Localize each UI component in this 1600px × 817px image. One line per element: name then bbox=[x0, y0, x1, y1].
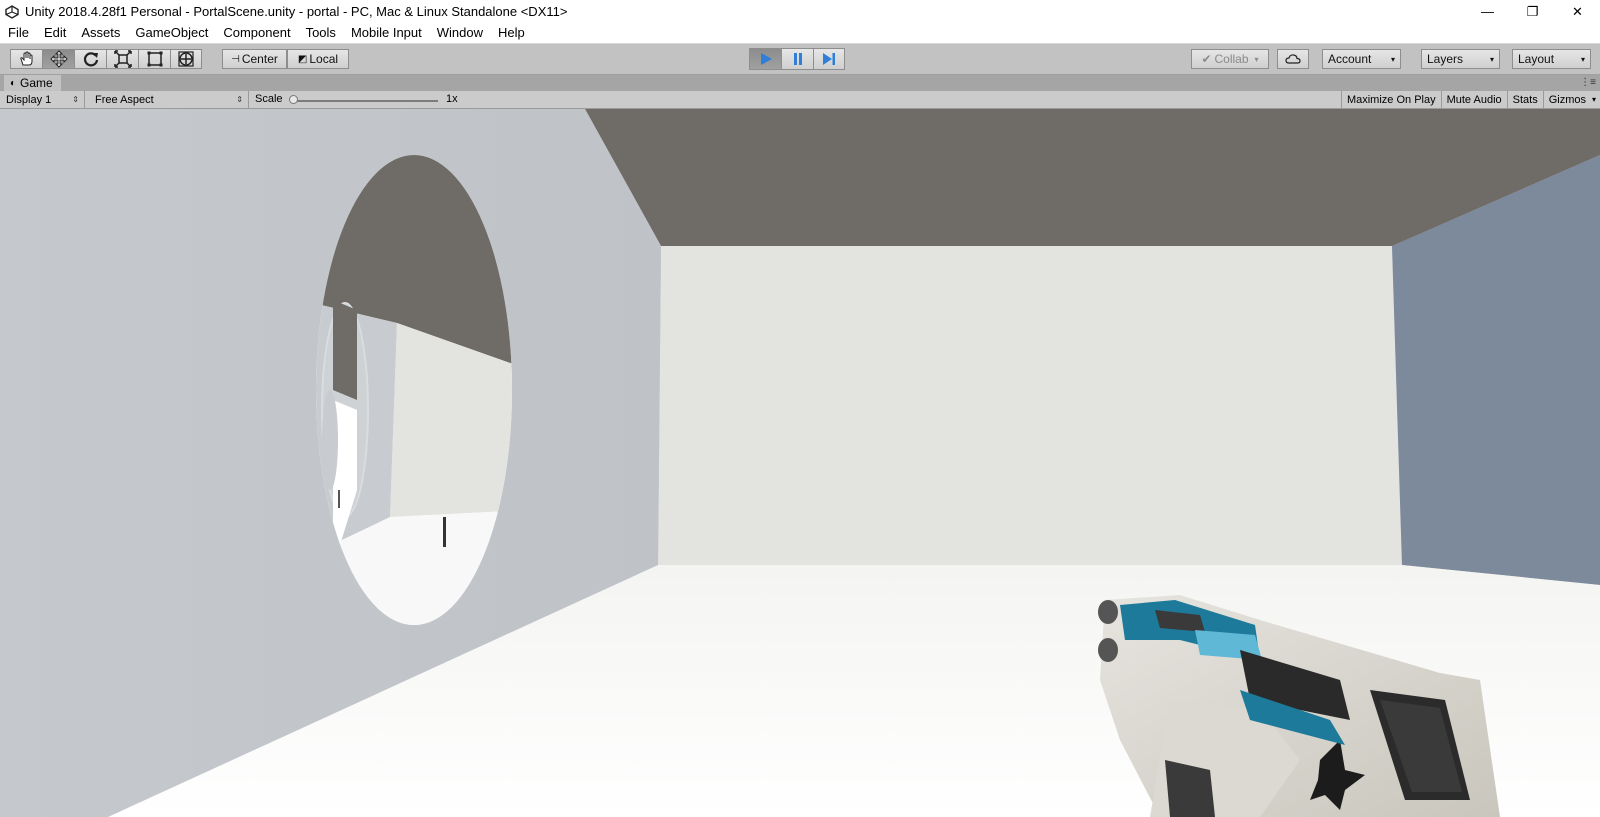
rotate-tool-button[interactable] bbox=[74, 49, 106, 69]
space-label: Local bbox=[309, 52, 339, 66]
scale-tool-icon bbox=[113, 50, 132, 68]
chevron-down-icon: ▾ bbox=[1390, 54, 1395, 64]
scale-label: Scale bbox=[255, 93, 283, 105]
tab-game-label: Game bbox=[20, 76, 53, 90]
menu-bar: File Edit Assets GameObject Component To… bbox=[0, 23, 1600, 44]
scale-value: 1x bbox=[446, 93, 458, 105]
menu-assets[interactable]: Assets bbox=[73, 23, 127, 43]
chevron-down-icon: ▾ bbox=[1580, 54, 1585, 64]
move-tool-icon bbox=[49, 50, 68, 68]
hand-tool-button[interactable] bbox=[10, 49, 42, 69]
game-viewport[interactable] bbox=[0, 109, 1600, 817]
pause-button[interactable] bbox=[781, 48, 813, 70]
display-dropdown[interactable]: Display 1 ⇕ bbox=[0, 91, 85, 108]
pivot-icon: ⊣ bbox=[231, 53, 240, 65]
layout-label: Layout bbox=[1518, 52, 1555, 66]
close-button[interactable]: ✕ bbox=[1555, 0, 1600, 23]
checkmark-icon: ✔ bbox=[1201, 52, 1212, 66]
mute-audio-toggle[interactable]: Mute Audio bbox=[1440, 91, 1507, 108]
rect-tool-icon bbox=[147, 51, 162, 67]
window-title: Unity 2018.4.28f1 Personal - PortalScene… bbox=[25, 4, 568, 19]
maximize-on-play-toggle[interactable]: Maximize On Play bbox=[1340, 91, 1441, 108]
pivot-label: Center bbox=[241, 52, 278, 66]
chevron-down-icon: ▾ bbox=[1254, 54, 1259, 64]
menu-component[interactable]: Component bbox=[215, 23, 297, 43]
minimize-button[interactable]: — bbox=[1465, 0, 1510, 23]
scale-slider-handle[interactable] bbox=[289, 95, 298, 104]
updown-arrow-icon: ⇕ bbox=[72, 95, 79, 104]
main-toolbar: ⊣ Center ◩ Local ✔ Collab ▾ Account ▾ La… bbox=[0, 44, 1600, 75]
scale-slider-track[interactable] bbox=[293, 100, 438, 102]
cloud-icon bbox=[1285, 54, 1301, 64]
pivot-mode-button[interactable]: ⊣ Center bbox=[222, 49, 287, 69]
display-label: Display 1 bbox=[6, 93, 52, 106]
layers-label: Layers bbox=[1427, 52, 1464, 66]
menu-help[interactable]: Help bbox=[490, 23, 532, 43]
hand-tool-icon bbox=[19, 51, 32, 66]
gizmos-dropdown[interactable]: Gizmos ▾ bbox=[1542, 91, 1600, 108]
transform-tools bbox=[10, 49, 202, 69]
step-icon bbox=[823, 53, 835, 65]
move-tool-button[interactable] bbox=[42, 49, 74, 69]
aspect-label: Free Aspect bbox=[95, 93, 154, 106]
step-button[interactable] bbox=[813, 48, 845, 70]
pivot-space-button[interactable]: ◩ Local bbox=[287, 49, 349, 69]
play-button[interactable] bbox=[749, 48, 781, 70]
collab-label: Collab bbox=[1214, 52, 1249, 66]
stats-toggle[interactable]: Stats bbox=[1506, 91, 1543, 108]
chevron-down-icon: ▾ bbox=[1591, 95, 1596, 104]
play-icon bbox=[760, 53, 772, 65]
game-view-toolbar: Display 1 ⇕ Free Aspect ⇕ Scale 1x Maxim… bbox=[0, 91, 1600, 109]
account-label: Account bbox=[1328, 52, 1372, 66]
layout-dropdown[interactable]: Layout ▾ bbox=[1512, 49, 1591, 69]
game-controller-icon: ◐ bbox=[10, 77, 17, 89]
unity-logo-icon bbox=[4, 4, 20, 20]
back-wall bbox=[658, 246, 1402, 565]
menu-tools[interactable]: Tools bbox=[298, 23, 343, 43]
rotate-tool-icon bbox=[83, 52, 98, 67]
collab-button[interactable]: ✔ Collab ▾ bbox=[1191, 49, 1269, 69]
rect-tool-button[interactable] bbox=[138, 49, 170, 69]
tab-options-icon[interactable]: ⋮≡ bbox=[1580, 77, 1596, 88]
title-bar: Unity 2018.4.28f1 Personal - PortalScene… bbox=[0, 0, 1600, 23]
scale-tool-button[interactable] bbox=[106, 49, 138, 69]
playmode-controls bbox=[749, 48, 845, 70]
menu-file[interactable]: File bbox=[0, 23, 36, 43]
aspect-dropdown[interactable]: Free Aspect ⇕ bbox=[89, 91, 249, 108]
menu-window[interactable]: Window bbox=[429, 23, 490, 43]
transform-tool-icon bbox=[178, 51, 194, 67]
gizmos-label: Gizmos bbox=[1548, 93, 1586, 106]
menu-edit[interactable]: Edit bbox=[36, 23, 73, 43]
menu-mobile-input[interactable]: Mobile Input bbox=[343, 23, 429, 43]
pause-icon bbox=[793, 53, 802, 65]
cloud-button[interactable] bbox=[1277, 49, 1309, 69]
account-dropdown[interactable]: Account ▾ bbox=[1322, 49, 1401, 69]
game-scene-render bbox=[0, 109, 1600, 817]
tab-bar: ◐ Game ⋮≡ bbox=[0, 75, 1600, 91]
layers-dropdown[interactable]: Layers ▾ bbox=[1421, 49, 1500, 69]
transform-tool-button[interactable] bbox=[170, 49, 202, 69]
restore-button[interactable]: ❐ bbox=[1510, 0, 1555, 23]
menu-gameobject[interactable]: GameObject bbox=[127, 23, 215, 43]
tab-game[interactable]: ◐ Game bbox=[4, 75, 61, 91]
local-space-icon: ◩ bbox=[297, 53, 308, 65]
updown-arrow-icon: ⇕ bbox=[236, 95, 243, 104]
chevron-down-icon: ▾ bbox=[1489, 54, 1494, 64]
